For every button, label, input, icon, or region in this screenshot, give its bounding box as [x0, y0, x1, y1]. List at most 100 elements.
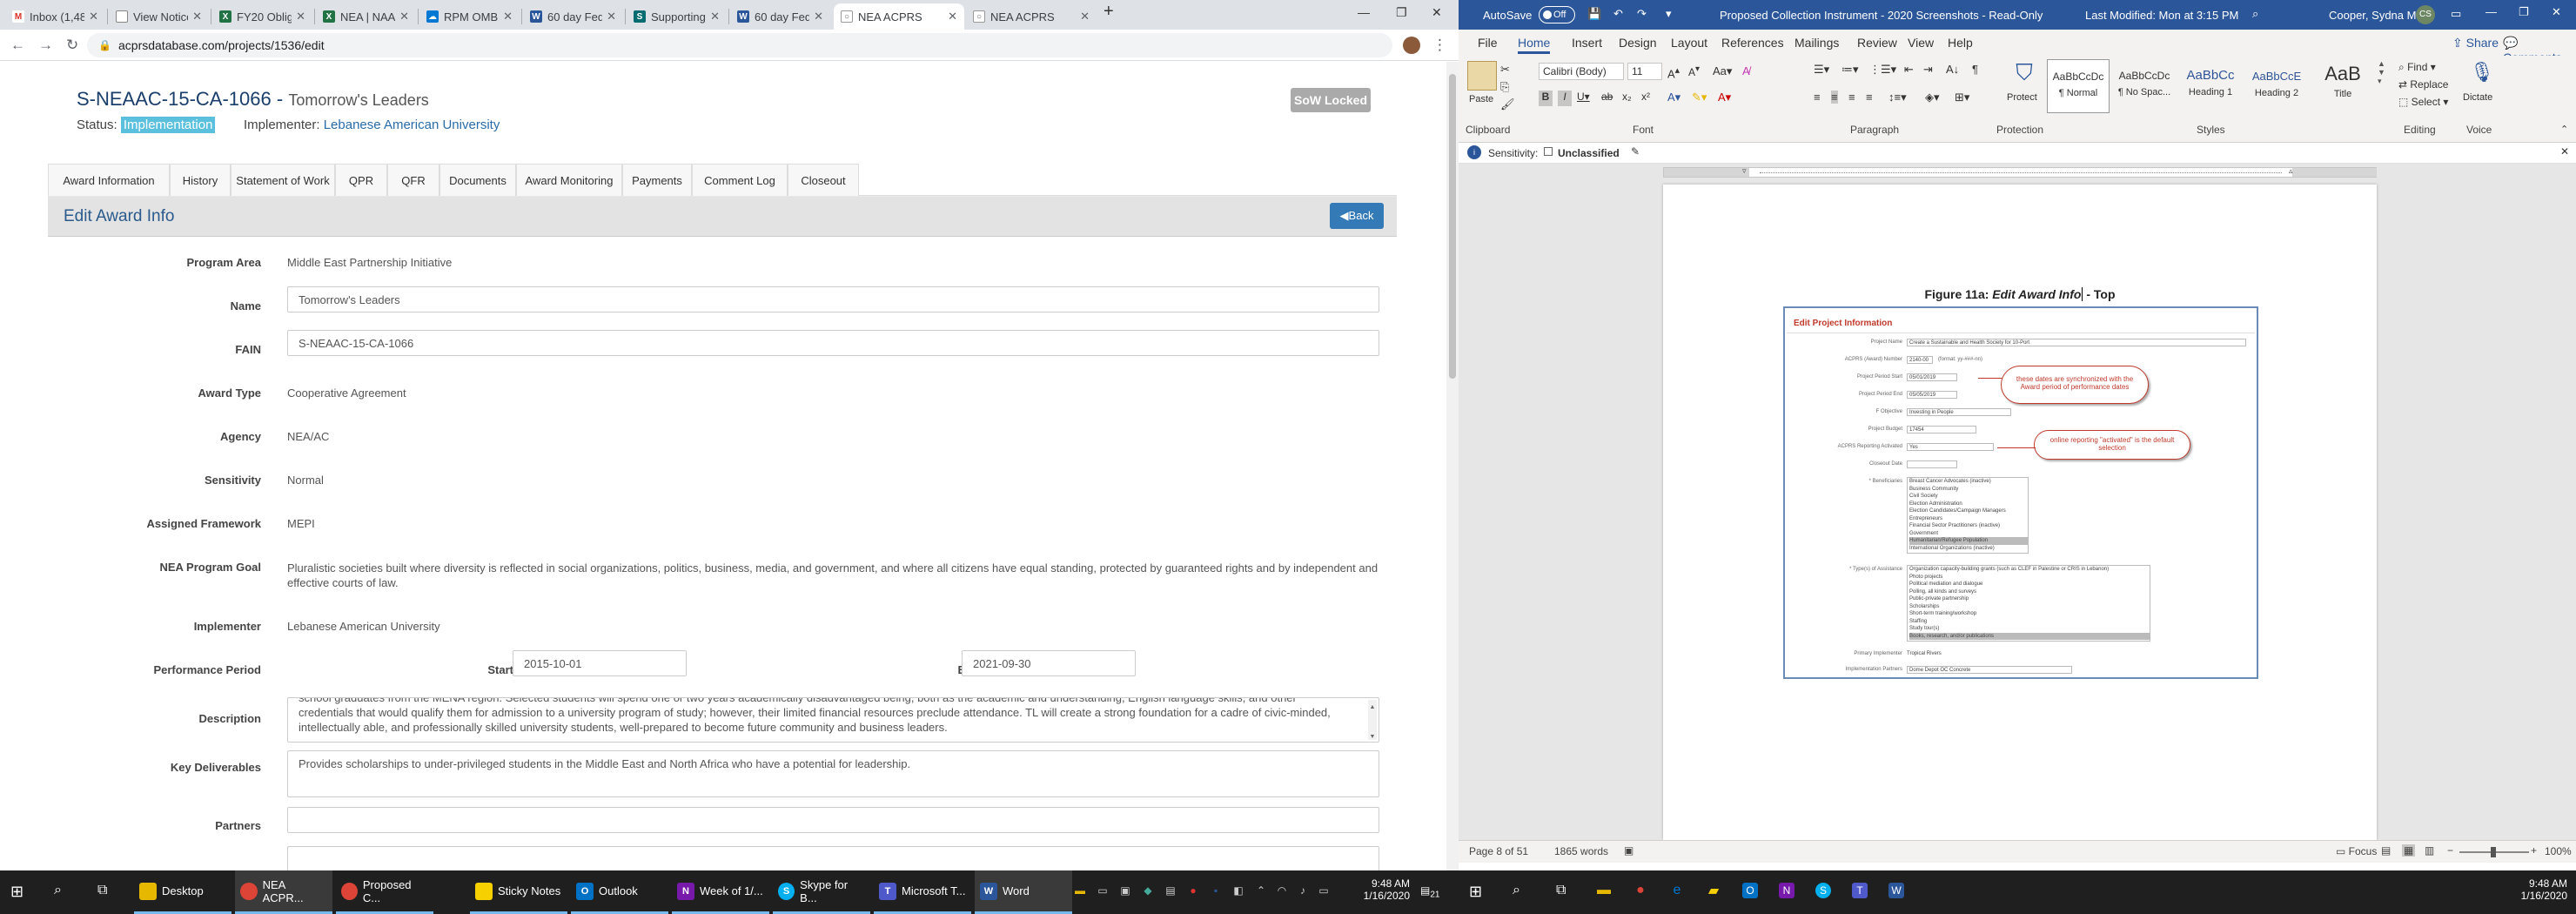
close-window-icon[interactable]: ✕: [2552, 5, 2561, 19]
app-icon[interactable]: ●: [1185, 883, 1201, 898]
tab-history[interactable]: History: [170, 164, 231, 196]
print-layout-icon[interactable]: ▦: [2402, 844, 2416, 857]
save-icon[interactable]: 💾: [1587, 7, 1601, 21]
battery-icon[interactable]: ▭: [1316, 883, 1332, 898]
browser-tab[interactable]: ○ NEA ACPRS ✕: [966, 3, 1097, 30]
browser-tab[interactable]: View Notice - ✕: [109, 3, 209, 30]
start-date-input[interactable]: 2015-10-01: [513, 650, 687, 676]
taskbar-outlook[interactable]: O Outlook: [571, 870, 668, 914]
tab-view[interactable]: View: [1908, 36, 1934, 50]
browser-tab[interactable]: X FY20 Obligatio ✕: [212, 3, 312, 30]
zoom-in-icon[interactable]: +: [2531, 844, 2537, 857]
menu-kebab-icon[interactable]: ⋮: [1432, 37, 1447, 54]
tab-documents[interactable]: Documents: [439, 164, 516, 196]
read-mode-icon[interactable]: ▤: [2381, 844, 2391, 857]
superscript-icon[interactable]: x²: [1641, 91, 1650, 103]
multilevel-icon[interactable]: ⋮☰▾: [1869, 63, 1896, 77]
justify-icon[interactable]: ≡: [1866, 91, 1873, 104]
textarea-scrollbar[interactable]: ▲ ▼: [1368, 700, 1377, 740]
maximize-icon[interactable]: ❐: [2519, 5, 2529, 19]
style-no-spacing[interactable]: AaBbCcDc ¶ No Spac...: [2113, 59, 2176, 113]
style-normal[interactable]: AaBbCcDc ¶ Normal: [2047, 59, 2110, 113]
share-button[interactable]: ⇪ Share: [2452, 36, 2499, 50]
close-icon[interactable]: ✕: [710, 10, 720, 24]
taskbar-skype[interactable]: S Skype for B...: [773, 870, 870, 914]
implementer-link[interactable]: Lebanese American University: [324, 118, 500, 132]
increase-indent-icon[interactable]: ⇥: [1923, 63, 1933, 77]
taskbar-teams[interactable]: T Microsoft T...: [874, 870, 971, 914]
url-input[interactable]: 🔒 acprsdatabase.com/projects/1536/edit: [87, 33, 1392, 57]
copy-icon[interactable]: ⎘: [1500, 80, 1509, 94]
microphone-icon[interactable]: 🎙: [2470, 61, 2494, 87]
select-button[interactable]: ⬚ Select ▾: [2398, 96, 2448, 108]
search-icon[interactable]: ⌕: [54, 883, 62, 898]
tab-file[interactable]: File: [1478, 36, 1498, 50]
tab-help[interactable]: Help: [1948, 36, 1973, 50]
tab-closeout[interactable]: Closeout: [788, 164, 859, 196]
proofing-icon[interactable]: ▣: [1624, 844, 1633, 857]
tab-home[interactable]: Home: [1518, 36, 1551, 54]
close-icon[interactable]: ✕: [503, 10, 513, 24]
line-spacing-icon[interactable]: ↕≡▾: [1888, 91, 1907, 104]
next-field-input[interactable]: [287, 846, 1379, 870]
taskbar-word[interactable]: W Word: [975, 870, 1072, 914]
volume-icon[interactable]: ♪: [1295, 883, 1311, 898]
ribbon-display-icon[interactable]: ▭: [2451, 7, 2461, 21]
clock[interactable]: 9:48 AM 1/16/2020: [1358, 877, 1410, 902]
search-icon[interactable]: ⌕: [2252, 7, 2258, 21]
partners-input[interactable]: [287, 807, 1379, 833]
close-bar-icon[interactable]: ✕: [2560, 145, 2569, 158]
app-icon[interactable]: ▪: [1208, 883, 1224, 898]
close-icon[interactable]: ✕: [1080, 10, 1090, 24]
profile-avatar[interactable]: [1403, 37, 1420, 54]
user-avatar[interactable]: CS: [2416, 5, 2435, 24]
find-button[interactable]: ⌕ Find ▾: [2398, 61, 2436, 74]
tab-award-information[interactable]: Award Information: [48, 164, 170, 196]
folder-icon[interactable]: ▬: [1072, 883, 1088, 898]
bullets-icon[interactable]: ☰▾: [1814, 63, 1829, 77]
reload-icon[interactable]: ↻: [66, 37, 78, 54]
replace-button[interactable]: ⇄ Replace: [2398, 78, 2448, 91]
close-icon[interactable]: ✕: [607, 10, 616, 24]
app-icon[interactable]: ▤: [1163, 883, 1178, 898]
bold-icon[interactable]: B: [1539, 91, 1553, 106]
minimize-icon[interactable]: —: [2485, 5, 2497, 18]
tab-design[interactable]: Design: [1619, 36, 1657, 50]
app-icon[interactable]: ▣: [1117, 883, 1133, 898]
close-window-icon[interactable]: ✕: [1432, 5, 1442, 20]
cut-icon[interactable]: ✂: [1500, 63, 1510, 77]
page-info[interactable]: Page 8 of 51: [1469, 845, 1528, 857]
tab-qfr[interactable]: QFR: [387, 164, 439, 196]
taskbar-desktop[interactable]: Desktop: [134, 870, 231, 914]
name-input[interactable]: Tomorrow's Leaders: [287, 286, 1379, 313]
zoom-level[interactable]: 100%: [2545, 845, 2572, 857]
ruler[interactable]: ▿ ▵: [1459, 164, 2576, 181]
protect-icon[interactable]: ⛉: [2010, 59, 2038, 89]
tab-payments[interactable]: Payments: [622, 164, 692, 196]
align-center-icon[interactable]: ≡: [1831, 91, 1838, 104]
collapse-ribbon-icon[interactable]: ⌃: [2560, 124, 2568, 135]
sow-locked-button[interactable]: SoW Locked: [1291, 88, 1371, 112]
font-name-select[interactable]: Calibri (Body): [1539, 63, 1624, 80]
tab-statement-of-work[interactable]: Statement of Work: [231, 164, 335, 196]
scroll-thumb[interactable]: [1449, 74, 1456, 379]
network-icon[interactable]: ▭: [1095, 883, 1110, 898]
taskbar-onenote[interactable]: N Week of 1/...: [672, 870, 769, 914]
taskbar-chrome-nea[interactable]: NEA ACPR...: [235, 870, 332, 914]
change-case-icon[interactable]: Aa▾: [1713, 64, 1732, 78]
autosave-toggle[interactable]: Off: [1539, 6, 1575, 24]
paste-icon[interactable]: [1467, 61, 1497, 91]
sticky-notes-icon[interactable]: ▰: [1706, 883, 1721, 898]
font-color-icon[interactable]: A▾: [1718, 91, 1731, 104]
app-icon[interactable]: ◧: [1231, 883, 1246, 898]
deliverables-textarea[interactable]: Provides scholarships to under-privilege…: [287, 750, 1379, 797]
notification-icon[interactable]: ▤21: [1420, 884, 1439, 899]
maximize-icon[interactable]: ❐: [1396, 5, 1407, 20]
chrome-icon[interactable]: ●: [1633, 883, 1648, 898]
align-left-icon[interactable]: ≡: [1814, 91, 1821, 104]
page-scrollbar[interactable]: [1446, 62, 1459, 870]
back-button[interactable]: ◀Back: [1330, 203, 1384, 229]
fain-input[interactable]: S-NEAAC-15-CA-1066: [287, 330, 1379, 356]
zoom-slider[interactable]: [2459, 847, 2529, 857]
tab-references[interactable]: References: [1721, 36, 1784, 50]
